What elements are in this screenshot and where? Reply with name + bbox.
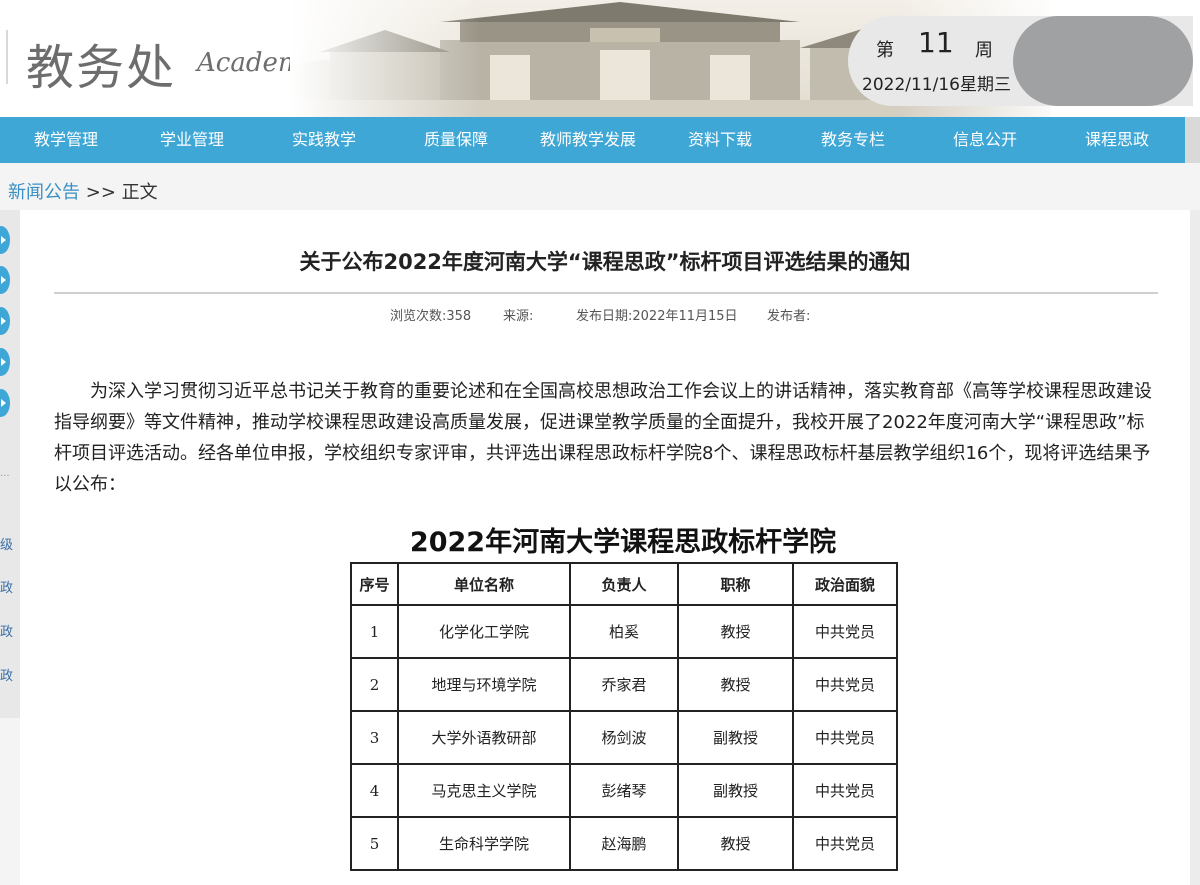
nav-item-public-info[interactable]: 信息公开 [919,117,1051,163]
table-cell: 中共党员 [792,763,898,818]
breadcrumb-news-link[interactable]: 新闻公告 [8,182,80,203]
table-cell: 地理与环境学院 [397,657,571,712]
table-header-cell: 职称 [677,562,794,606]
site-header: 教务处 Academic Affairs Office [0,0,1200,117]
week-info-decoration [1013,16,1193,106]
table-cell: 3 [350,710,399,765]
table-cell: 5 [350,816,399,871]
table-cell: 中共党员 [792,816,898,871]
nav-item-ideological-courses[interactable]: 课程思政 [1051,117,1183,163]
nav-edge [1185,117,1200,163]
site-logo-chinese[interactable]: 教务处 [26,28,176,98]
table-header-cell: 负责人 [569,562,679,606]
article-panel: 关于公布2022年度河南大学“课程思政”标杆项目评选结果的通知 浏览次数:358… [20,210,1190,885]
table-cell: 教授 [677,816,794,871]
article-publish-date: 发布日期:2022年11月15日 [576,309,738,324]
sidebar-link[interactable]: 政 [0,665,13,684]
table-cell: 中共党员 [792,657,898,712]
table-cell: 教授 [677,657,794,712]
table-header-row: 序号 单位名称 负责人 职称 政治面貌 [350,562,898,606]
nav-item-downloads[interactable]: 资料下载 [654,117,786,163]
table-cell: 赵海鹏 [569,816,679,871]
awards-table-title: 2022年河南大学课程思政标杆学院 [409,527,837,558]
breadcrumb-current: 正文 [121,182,158,203]
table-cell: 中共党员 [792,604,898,659]
sidebar-link[interactable]: 政 [0,621,13,640]
breadcrumb: 新闻公告 >> 正文 [8,178,158,204]
awards-table: 序号 单位名称 负责人 职称 政治面貌 1 化学化工学院 柏奚 教授 中共党员 … [350,562,898,871]
table-cell: 生命科学学院 [397,816,571,871]
table-cell: 2 [350,657,399,712]
table-cell: 杨剑波 [569,710,679,765]
sidebar-link[interactable]: 级 [0,534,13,553]
table-row: 4 马克思主义学院 彭绪琴 副教授 中共党员 [350,763,898,818]
breadcrumb-separator: >> [85,182,116,203]
table-cell: 中共党员 [792,710,898,765]
sidebar-arrow-icon[interactable] [0,348,10,376]
table-header-cell: 序号 [350,562,399,606]
sidebar-dots: ... [0,468,10,479]
table-cell: 柏奚 [569,604,679,659]
sidebar-arrow-icon[interactable] [0,266,10,294]
table-cell: 马克思主义学院 [397,763,571,818]
nav-item-practice-teaching[interactable]: 实践教学 [258,117,390,163]
table-row: 1 化学化工学院 柏奚 教授 中共党员 [350,604,898,659]
table-header-cell: 单位名称 [397,562,571,606]
nav-item-academic-management[interactable]: 学业管理 [126,117,258,163]
table-cell: 副教授 [677,710,794,765]
article-publisher: 发布者: [767,309,811,324]
nav-item-teacher-development[interactable]: 教师教学发展 [522,117,654,163]
table-row: 3 大学外语教研部 杨剑波 副教授 中共党员 [350,710,898,765]
table-header-cell: 政治面貌 [792,562,898,606]
awards-table-image: 2022年河南大学课程思政标杆学院 序号 单位名称 负责人 职称 政治面貌 1 … [336,514,910,885]
article-views: 浏览次数:358 [390,309,472,324]
article-body: 为深入学习贯彻习近平总书记关于教育的重要论述和在全国高校思想政治工作会议上的讲话… [54,381,1152,495]
right-edge [1190,210,1200,885]
table-cell: 大学外语教研部 [397,710,571,765]
table-cell: 教授 [677,604,794,659]
left-sidebar: ... 级 政 政 政 [0,210,20,718]
table-cell: 1 [350,604,399,659]
main-nav: 教学管理 学业管理 实践教学 质量保障 教师教学发展 资料下载 教务专栏 信息公… [0,117,1200,163]
table-cell: 化学化工学院 [397,604,571,659]
nav-item-academic-column[interactable]: 教务专栏 [787,117,919,163]
title-divider [54,292,1158,294]
table-cell: 副教授 [677,763,794,818]
week-suffix: 周 [975,40,993,61]
sidebar-arrow-icon[interactable] [0,226,10,254]
week-number: 11 [918,26,954,59]
table-cell: 4 [350,763,399,818]
sidebar-arrow-icon[interactable] [0,307,10,335]
table-cell: 彭绪琴 [569,763,679,818]
sidebar-arrow-icon[interactable] [0,389,10,417]
nav-item-quality-assurance[interactable]: 质量保障 [390,117,522,163]
sidebar-link[interactable]: 政 [0,577,13,596]
table-row: 2 地理与环境学院 乔家君 教授 中共党员 [350,657,898,712]
week-prefix: 第 [876,40,894,61]
article-source: 来源: [503,309,534,324]
nav-item-teaching-management[interactable]: 教学管理 [0,117,132,163]
header-divider [6,30,8,84]
current-date: 2022/11/16星期三 [862,75,1011,95]
table-row: 5 生命科学学院 赵海鹏 教授 中共党员 [350,816,898,871]
article-title: 关于公布2022年度河南大学“课程思政”标杆项目评选结果的通知 [299,250,911,274]
table-cell: 乔家君 [569,657,679,712]
